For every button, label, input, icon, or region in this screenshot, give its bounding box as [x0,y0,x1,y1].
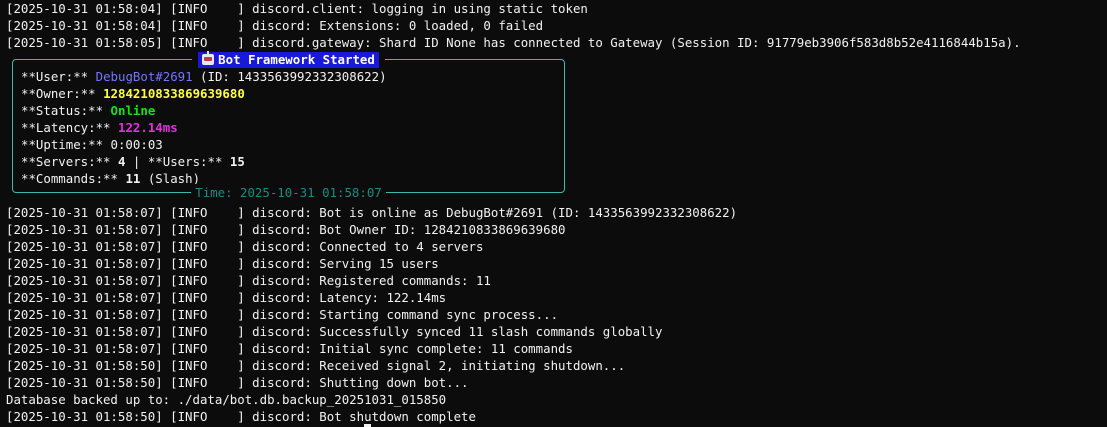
status-value: Online [110,103,156,118]
panel-title-text: Bot Framework Started [218,52,375,67]
panel-footer-time: Time: 2025-10-31 01:58:07 [191,184,386,201]
log-line: [2025-10-31 01:58:50] [INFO ] discord: S… [6,375,469,390]
log-line: [2025-10-31 01:58:07] [INFO ] discord: S… [6,324,663,339]
status-label: **Status:** [21,103,111,118]
log-line: [2025-10-31 01:58:50] [INFO ] discord: R… [6,358,626,373]
panel-title: Bot Framework Started [13,51,564,68]
log-line: [2025-10-31 01:58:07] [INFO ] discord: R… [6,273,491,288]
log-line: [2025-10-31 01:58:05] [INFO ] discord.ga… [6,35,1021,50]
panel-footer: Time: 2025-10-31 01:58:07 [13,184,564,201]
panel-owner-line: **Owner:** 1284210833869639680 [21,85,245,102]
users-value: 15 [229,154,245,169]
robot-icon [202,51,215,65]
latency-label: **Latency:** [21,120,118,135]
user-id: (ID: 1433563992332308622) [192,69,387,84]
log-line: [2025-10-31 01:58:07] [INFO ] discord: L… [6,290,447,305]
user-name: DebugBot#2691 [95,69,193,84]
owner-label: **Owner:** [21,86,104,101]
panel-title-badge: Bot Framework Started [198,51,379,68]
log-line: Database backed up to: ./data/bot.db.bac… [6,392,447,407]
latency-value: 122.14ms [117,120,178,135]
servers-label: **Servers:** [21,154,118,169]
panel-uptime-line: **Uptime:** 0:00:03 [21,137,163,152]
panel-status-line: **Status:** Online [21,102,155,119]
log-line: [2025-10-31 01:58:07] [INFO ] discord: S… [6,256,439,271]
bot-status-panel: Bot Framework Started **User:** DebugBot… [12,51,565,201]
servers-separator: | [125,154,148,169]
panel-servers-line: **Servers:** 4 | **Users:** 15 [21,153,245,170]
log-line: [2025-10-31 01:58:07] [INFO ] discord: C… [6,239,484,254]
panel-user-line: **User:** DebugBot#2691 (ID: 14335639923… [21,68,387,85]
panel-latency-line: **Latency:** 122.14ms [21,119,178,136]
log-line: [2025-10-31 01:58:04] [INFO ] discord.cl… [6,1,588,16]
user-label: **User:** [21,69,96,84]
owner-id: 1284210833869639680 [103,86,245,101]
log-line: [2025-10-31 01:58:07] [INFO ] discord: I… [6,341,573,356]
log-line: [2025-10-31 01:58:07] [INFO ] discord: S… [6,307,559,322]
users-label: **Users:** [147,154,230,169]
log-line: [2025-10-31 01:58:04] [INFO ] discord: E… [6,18,544,33]
terminal-window[interactable]: [2025-10-31 01:58:04] [INFO ] discord.cl… [6,0,1104,427]
log-line: [2025-10-31 01:58:07] [INFO ] discord: B… [6,205,738,220]
log-line: [2025-10-31 01:58:07] [INFO ] discord: B… [6,222,566,237]
log-line: [2025-10-31 01:58:50] [INFO ] discord: B… [6,409,476,424]
